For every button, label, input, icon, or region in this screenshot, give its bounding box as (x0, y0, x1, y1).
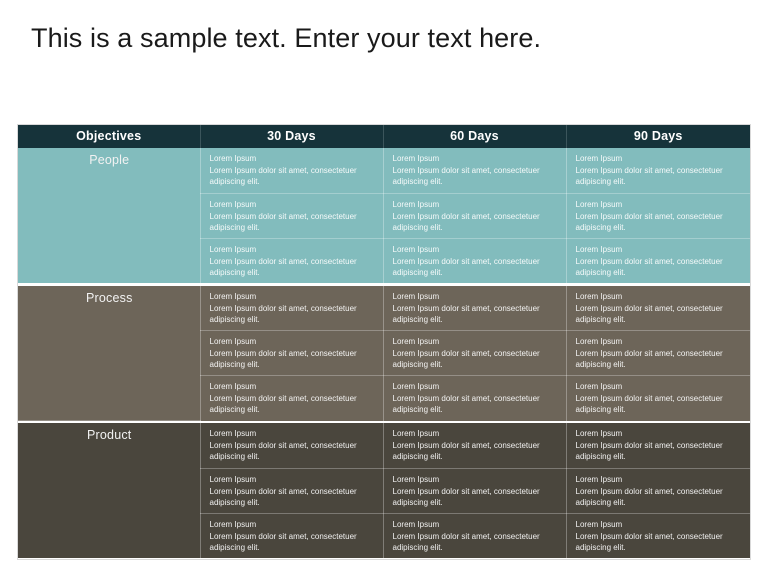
cell-body: Lorem Ipsum dolor sit amet, consectetuer… (392, 303, 540, 324)
table-row: People Lorem Ipsum Lorem Ipsum dolor sit… (18, 148, 750, 284)
cell-body: Lorem Ipsum dolor sit amet, consectetuer… (392, 349, 540, 369)
cell-body: Lorem Ipsum dolor sit amet, consectetuer… (209, 441, 357, 461)
cell-process-60days-1[interactable]: Lorem Ipsum Lorem Ipsum dolor sit amet, … (383, 285, 567, 331)
cell-heading: Lorem Ipsum (575, 291, 623, 301)
cell-process-90days-1[interactable]: Lorem Ipsum Lorem Ipsum dolor sit amet, … (566, 285, 750, 331)
table-header: Objectives 30 Days 60 Days 90 Days (18, 125, 750, 148)
cell-heading: Lorem Ipsum (575, 519, 623, 529)
row-label-process[interactable]: Process (18, 285, 201, 421)
cell-heading: Lorem Ipsum (575, 199, 623, 209)
row-label-product[interactable]: Product (18, 423, 201, 559)
cell-heading: Lorem Ipsum (575, 244, 623, 254)
cell-product-90days-3[interactable]: Lorem Ipsum Lorem Ipsum dolor sit amet, … (566, 513, 750, 558)
cell-heading: Lorem Ipsum (575, 382, 623, 391)
cell-product-60days-2[interactable]: Lorem Ipsum Lorem Ipsum dolor sit amet, … (383, 468, 567, 514)
cell-heading: Lorem Ipsum (209, 244, 257, 254)
cell-body: Lorem Ipsum dolor sit amet, consectetuer… (392, 166, 540, 186)
cell-process-30days-1[interactable]: Lorem Ipsum Lorem Ipsum dolor sit amet, … (200, 285, 384, 331)
cell-product-90days-1[interactable]: Lorem Ipsum Lorem Ipsum dolor sit amet, … (566, 423, 750, 469)
row-label-people[interactable]: People (18, 148, 201, 284)
table-row: Product Lorem Ipsum Lorem Ipsum dolor si… (18, 423, 750, 559)
cell-body: Lorem Ipsum dolor sit amet, consectetuer… (575, 349, 723, 369)
cell-body: Lorem Ipsum dolor sit amet, consectetuer… (209, 256, 357, 277)
table-row: Process Lorem Ipsum Lorem Ipsum dolor si… (18, 285, 750, 421)
table-header-row: Objectives 30 Days 60 Days 90 Days (18, 125, 750, 148)
cell-body: Lorem Ipsum dolor sit amet, consectetuer… (575, 166, 723, 186)
cell-heading: Lorem Ipsum (575, 474, 623, 484)
cell-body: Lorem Ipsum dolor sit amet, consectetuer… (575, 303, 723, 324)
cell-process-90days-3[interactable]: Lorem Ipsum Lorem Ipsum dolor sit amet, … (566, 375, 750, 421)
cell-heading: Lorem Ipsum (209, 382, 257, 391)
cell-body: Lorem Ipsum dolor sit amet, consectetuer… (209, 303, 357, 324)
column-header-60-days[interactable]: 60 Days (383, 125, 567, 148)
page-title: This is a sample text. Enter your text h… (31, 23, 542, 53)
cell-body: Lorem Ipsum dolor sit amet, consectetuer… (392, 256, 540, 277)
cell-body: Lorem Ipsum dolor sit amet, consectetuer… (392, 441, 540, 461)
cell-heading: Lorem Ipsum (209, 154, 257, 163)
cell-heading: Lorem Ipsum (209, 199, 257, 209)
cell-body: Lorem Ipsum dolor sit amet, consectetuer… (209, 211, 357, 232)
column-header-objectives[interactable]: Objectives (18, 125, 201, 148)
cell-body: Lorem Ipsum dolor sit amet, consectetuer… (209, 166, 357, 186)
cell-body: Lorem Ipsum dolor sit amet, consectetuer… (392, 211, 540, 232)
cell-heading: Lorem Ipsum (392, 429, 440, 438)
cell-product-90days-2[interactable]: Lorem Ipsum Lorem Ipsum dolor sit amet, … (566, 468, 750, 514)
cell-body: Lorem Ipsum dolor sit amet, consectetuer… (575, 486, 723, 507)
cell-body: Lorem Ipsum dolor sit amet, consectetuer… (575, 441, 723, 461)
cell-product-60days-3[interactable]: Lorem Ipsum Lorem Ipsum dolor sit amet, … (383, 513, 567, 558)
cell-body: Lorem Ipsum dolor sit amet, consectetuer… (392, 531, 540, 552)
cell-body: Lorem Ipsum dolor sit amet, consectetuer… (575, 256, 723, 277)
cell-body: Lorem Ipsum dolor sit amet, consectetuer… (392, 486, 540, 507)
cell-body: Lorem Ipsum dolor sit amet, consectetuer… (209, 394, 357, 414)
cell-product-60days-1[interactable]: Lorem Ipsum Lorem Ipsum dolor sit amet, … (383, 423, 567, 469)
cell-body: Lorem Ipsum dolor sit amet, consectetuer… (209, 486, 357, 507)
cell-people-60days-2[interactable]: Lorem Ipsum Lorem Ipsum dolor sit amet, … (383, 193, 567, 239)
table-body: People Lorem Ipsum Lorem Ipsum dolor sit… (18, 148, 750, 559)
cell-heading: Lorem Ipsum (392, 337, 440, 346)
cell-heading: Lorem Ipsum (392, 474, 440, 484)
cell-heading: Lorem Ipsum (209, 291, 257, 301)
cell-process-60days-2[interactable]: Lorem Ipsum Lorem Ipsum dolor sit amet, … (383, 330, 567, 376)
cell-body: Lorem Ipsum dolor sit amet, consectetuer… (392, 394, 540, 414)
cell-heading: Lorem Ipsum (392, 154, 440, 163)
cell-body: Lorem Ipsum dolor sit amet, consectetuer… (209, 349, 357, 369)
cell-heading: Lorem Ipsum (392, 382, 440, 391)
cell-people-90days-2[interactable]: Lorem Ipsum Lorem Ipsum dolor sit amet, … (566, 193, 750, 239)
cell-people-90days-3[interactable]: Lorem Ipsum Lorem Ipsum dolor sit amet, … (566, 238, 750, 283)
cell-heading: Lorem Ipsum (209, 337, 257, 346)
cell-process-60days-3[interactable]: Lorem Ipsum Lorem Ipsum dolor sit amet, … (383, 375, 567, 421)
cell-heading: Lorem Ipsum (392, 199, 440, 209)
cell-heading: Lorem Ipsum (392, 519, 440, 529)
cell-people-30days-1[interactable]: Lorem Ipsum Lorem Ipsum dolor sit amet, … (200, 148, 384, 194)
cell-heading: Lorem Ipsum (575, 154, 623, 163)
cell-heading: Lorem Ipsum (209, 474, 257, 484)
cell-process-30days-3[interactable]: Lorem Ipsum Lorem Ipsum dolor sit amet, … (200, 375, 384, 421)
cell-people-60days-1[interactable]: Lorem Ipsum Lorem Ipsum dolor sit amet, … (383, 148, 567, 194)
cell-people-90days-1[interactable]: Lorem Ipsum Lorem Ipsum dolor sit amet, … (566, 148, 750, 194)
cell-process-30days-2[interactable]: Lorem Ipsum Lorem Ipsum dolor sit amet, … (200, 330, 384, 376)
cell-people-30days-3[interactable]: Lorem Ipsum Lorem Ipsum dolor sit amet, … (200, 238, 384, 283)
cell-product-30days-1[interactable]: Lorem Ipsum Lorem Ipsum dolor sit amet, … (200, 423, 384, 469)
cell-people-30days-2[interactable]: Lorem Ipsum Lorem Ipsum dolor sit amet, … (200, 193, 384, 239)
column-header-30-days[interactable]: 30 Days (200, 125, 384, 148)
column-header-90-days[interactable]: 90 Days (566, 125, 750, 148)
cell-product-30days-3[interactable]: Lorem Ipsum Lorem Ipsum dolor sit amet, … (200, 513, 384, 558)
cell-heading: Lorem Ipsum (209, 519, 257, 529)
cell-heading: Lorem Ipsum (392, 244, 440, 254)
cell-product-30days-2[interactable]: Lorem Ipsum Lorem Ipsum dolor sit amet, … (200, 468, 384, 514)
cell-body: Lorem Ipsum dolor sit amet, consectetuer… (575, 211, 723, 232)
cell-heading: Lorem Ipsum (575, 337, 623, 346)
cell-body: Lorem Ipsum dolor sit amet, consectetuer… (575, 531, 723, 552)
cell-heading: Lorem Ipsum (209, 429, 257, 438)
cell-body: Lorem Ipsum dolor sit amet, consectetuer… (575, 394, 723, 414)
objectives-matrix-table: Objectives 30 Days 60 Days 90 Days Peopl… (18, 125, 750, 559)
cell-process-90days-2[interactable]: Lorem Ipsum Lorem Ipsum dolor sit amet, … (566, 330, 750, 376)
cell-heading: Lorem Ipsum (392, 291, 440, 301)
cell-body: Lorem Ipsum dolor sit amet, consectetuer… (209, 531, 357, 552)
cell-heading: Lorem Ipsum (575, 429, 623, 438)
cell-people-60days-3[interactable]: Lorem Ipsum Lorem Ipsum dolor sit amet, … (383, 238, 567, 283)
